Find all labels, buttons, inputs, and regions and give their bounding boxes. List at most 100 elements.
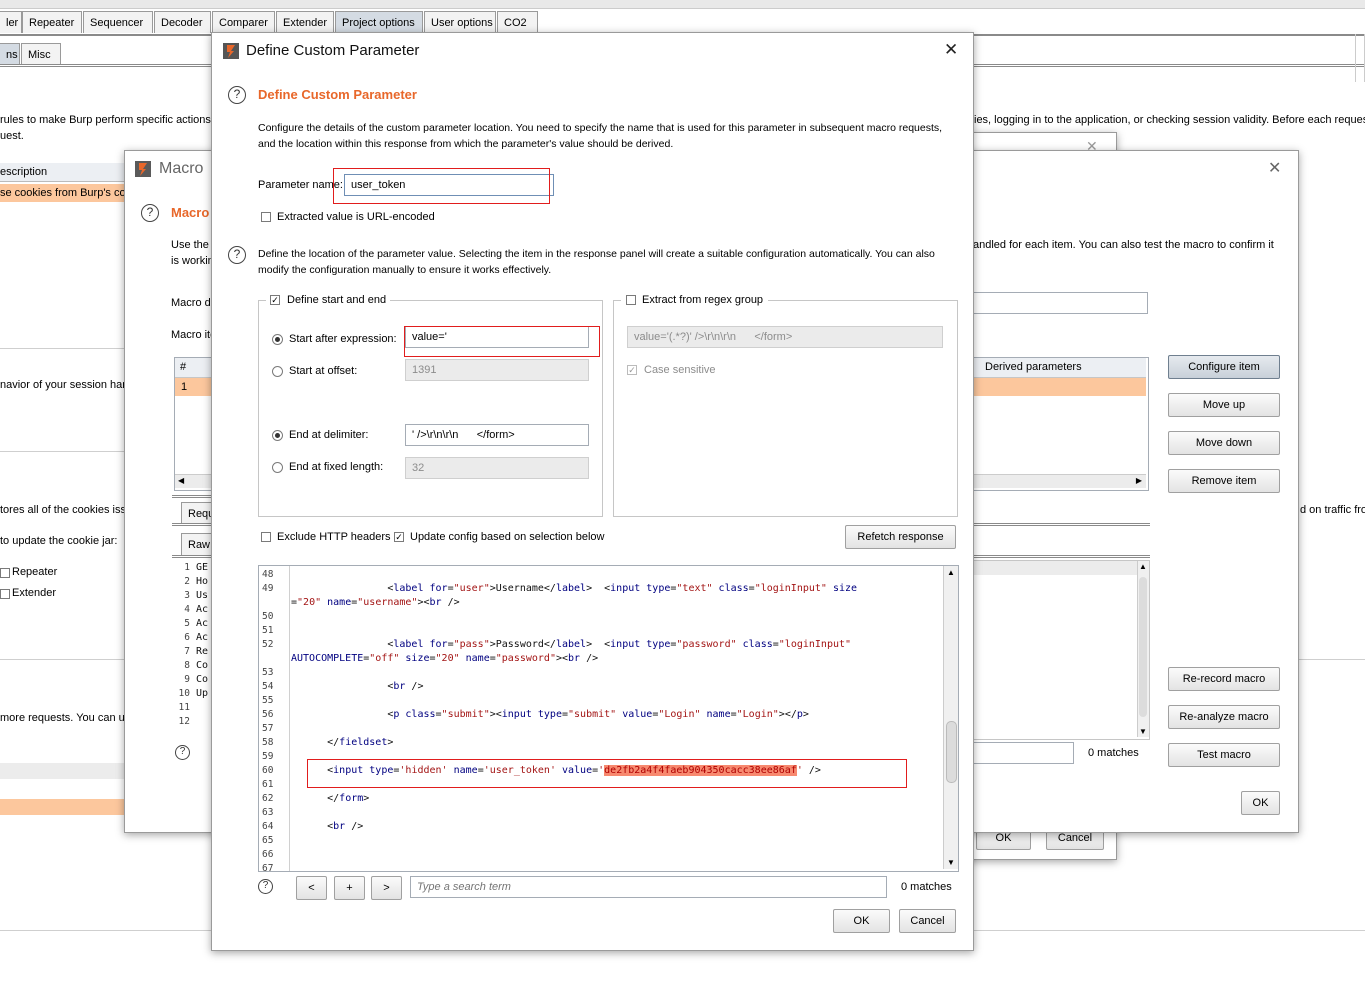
subtab-misc[interactable]: Misc bbox=[21, 43, 61, 65]
request-line-number: 4 bbox=[184, 604, 190, 615]
define-start-end-checkbox[interactable]: ✓ bbox=[270, 295, 280, 305]
request-line: Co bbox=[196, 660, 209, 671]
table-hscrollbar-right[interactable]: ▶ bbox=[974, 474, 1146, 488]
tab-request[interactable]: Requ bbox=[181, 502, 214, 524]
cookie-jar-text: tores all of the cookies iss bbox=[0, 504, 126, 516]
close-icon[interactable]: ✕ bbox=[944, 40, 958, 60]
code-line: <p class="submit"><input type="submit" v… bbox=[291, 709, 809, 720]
re-analyze-macro-button[interactable]: Re-analyze macro bbox=[1168, 705, 1280, 729]
code-line: </fieldset> bbox=[291, 737, 394, 748]
cancel-button[interactable]: Cancel bbox=[899, 909, 956, 933]
bg-scrollbar[interactable] bbox=[1355, 34, 1365, 82]
extender-checkbox[interactable] bbox=[0, 589, 10, 599]
repeater-checkbox[interactable] bbox=[0, 568, 10, 578]
move-down-button[interactable]: Move down bbox=[1168, 431, 1280, 455]
code-line: <br /> bbox=[291, 681, 424, 692]
bg-table-row bbox=[0, 763, 130, 779]
update-config-checkbox[interactable]: ✓ bbox=[394, 532, 404, 542]
search-add-button[interactable]: + bbox=[334, 876, 365, 900]
rules-row-text: se cookies from Burp's co bbox=[0, 187, 126, 199]
macro-tab-divider bbox=[172, 523, 214, 526]
traffic-text: d on traffic fro bbox=[1300, 504, 1365, 516]
code-line: <input type='hidden' name='user_token' v… bbox=[291, 765, 821, 776]
start-after-input[interactable]: value=' bbox=[405, 326, 589, 348]
start-offset-input[interactable]: 1391 bbox=[405, 359, 589, 381]
test-macro-button[interactable]: Test macro bbox=[1168, 743, 1280, 767]
re-record-macro-button[interactable]: Re-record macro bbox=[1168, 667, 1280, 691]
start-offset-radio[interactable] bbox=[272, 366, 283, 377]
subtab-sessions[interactable]: ns bbox=[0, 43, 20, 65]
request-line: Ac bbox=[196, 632, 209, 643]
tab-decoder[interactable]: Decoder bbox=[154, 11, 211, 33]
end-fixed-input[interactable]: 32 bbox=[405, 457, 589, 479]
macro-ok-button[interactable]: OK bbox=[1241, 791, 1280, 815]
regex-input[interactable]: value='(.*?)' />\r\n\r\n </form> bbox=[627, 326, 943, 348]
tab-comparer[interactable]: Comparer bbox=[212, 11, 275, 33]
tab-repeater[interactable]: Repeater bbox=[22, 11, 82, 33]
move-up-button[interactable]: Move up bbox=[1168, 393, 1280, 417]
macro-request-editor[interactable]: 1 GE 2 Ho 3 Us 4 Ac 5 Ac 6 Ac 7 Re 8 Co 9 Co 10 Up 11 12 bbox=[172, 560, 214, 735]
regex-label: Extract from regex group bbox=[642, 294, 764, 306]
end-delimiter-input[interactable]: ' />\r\n\r\n </form> bbox=[405, 424, 589, 446]
ok-button[interactable]: OK bbox=[833, 909, 890, 933]
tab-spider[interactable]: ler bbox=[0, 11, 22, 33]
request-line: Co bbox=[196, 674, 209, 685]
search-input[interactable] bbox=[410, 876, 887, 898]
case-sensitive-checkbox[interactable]: ✓ bbox=[627, 365, 637, 375]
code-line-number: 59 bbox=[262, 751, 274, 762]
behavior-text: navior of your session han bbox=[0, 379, 129, 391]
request-line-number: 12 bbox=[178, 716, 190, 727]
search-next-button[interactable]: > bbox=[371, 876, 402, 900]
tab-sequencer[interactable]: Sequencer bbox=[83, 11, 153, 33]
request-line-number: 11 bbox=[178, 702, 190, 713]
code-line: <label for="pass">Password</label> <inpu… bbox=[291, 639, 852, 650]
regex-checkbox[interactable] bbox=[626, 295, 636, 305]
help-icon[interactable]: ? bbox=[228, 246, 246, 264]
macro-search-input[interactable] bbox=[973, 742, 1074, 764]
end-delimiter-radio[interactable] bbox=[272, 430, 283, 441]
macro-response-editor[interactable]: ▲ ▼ bbox=[973, 560, 1150, 740]
help-icon[interactable]: ? bbox=[258, 879, 273, 894]
start-offset-label: Start at offset: bbox=[289, 365, 358, 377]
response-scroll-thumb[interactable] bbox=[946, 721, 957, 783]
end-fixed-radio[interactable] bbox=[272, 462, 283, 473]
tab-co2[interactable]: CO2 bbox=[497, 11, 538, 33]
request-line: Up bbox=[196, 688, 209, 699]
exclude-headers-checkbox[interactable] bbox=[261, 532, 271, 542]
location-description: Define the location of the parameter val… bbox=[258, 248, 935, 276]
code-line: <br /> bbox=[291, 821, 364, 832]
search-prev-button[interactable]: < bbox=[296, 876, 327, 900]
configure-item-button[interactable]: Configure item bbox=[1168, 355, 1280, 379]
parameter-name-label: Parameter name: bbox=[258, 179, 343, 191]
url-encoded-checkbox[interactable] bbox=[261, 212, 271, 222]
tab-extender[interactable]: Extender bbox=[276, 11, 334, 33]
start-after-radio[interactable] bbox=[272, 334, 283, 345]
macro-description-input[interactable] bbox=[973, 292, 1148, 314]
request-line: Re bbox=[196, 646, 209, 657]
request-line-number: 8 bbox=[184, 660, 190, 671]
parameter-name-input[interactable]: user_token bbox=[344, 174, 554, 196]
extender-label: Extender bbox=[12, 587, 57, 599]
table-hscrollbar[interactable]: ◀ bbox=[175, 474, 213, 488]
tab-project-options[interactable]: Project options bbox=[335, 11, 423, 33]
response-scrollbar[interactable]: ▲ ▼ bbox=[943, 566, 958, 869]
response-viewer[interactable]: 48 49 <label for="user">Username</label> … bbox=[258, 565, 959, 872]
help-icon[interactable]: ? bbox=[228, 86, 246, 104]
code-line-number: 54 bbox=[262, 681, 274, 692]
dialog-description: Configure the details of the custom para… bbox=[258, 122, 943, 150]
help-icon[interactable]: ? bbox=[175, 745, 190, 760]
refetch-response-button[interactable]: Refetch response bbox=[845, 525, 956, 549]
macro-item-row-selected-right[interactable] bbox=[974, 378, 1146, 396]
bg-table-row-selected[interactable] bbox=[0, 799, 130, 815]
macro-tab-divider bbox=[172, 495, 214, 498]
request-line-number: 7 bbox=[184, 646, 190, 657]
tab-user-options[interactable]: User options bbox=[424, 11, 496, 33]
remove-item-button[interactable]: Remove item bbox=[1168, 469, 1280, 493]
help-icon[interactable]: ? bbox=[141, 204, 159, 222]
close-icon[interactable]: ✕ bbox=[1268, 158, 1281, 178]
tab-raw[interactable]: Raw bbox=[181, 533, 214, 555]
request-line-number: 10 bbox=[178, 688, 190, 699]
code-line-number: 50 bbox=[262, 611, 274, 622]
macro-window-title: Macro bbox=[159, 160, 204, 177]
url-encoded-label: Extracted value is URL-encoded bbox=[277, 211, 435, 223]
